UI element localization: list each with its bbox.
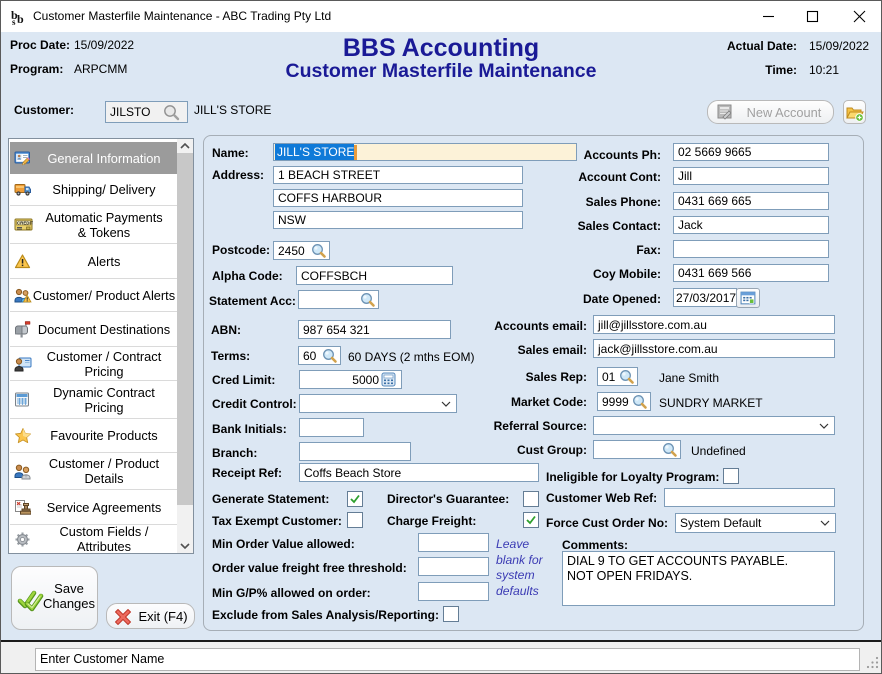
svg-text:b: b [17,12,24,26]
svg-text:s: s [12,17,16,26]
